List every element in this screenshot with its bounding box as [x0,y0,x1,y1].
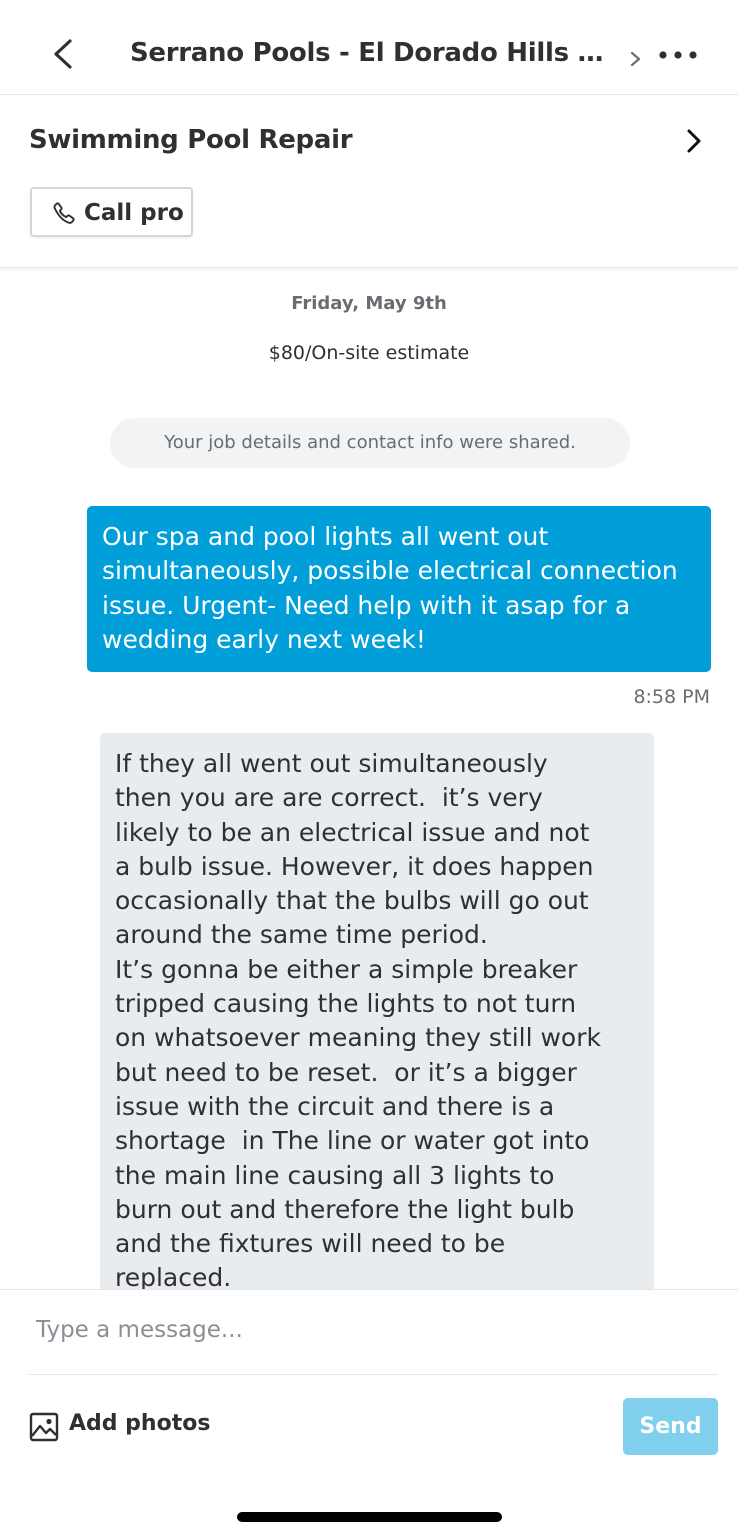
call-pro-label: Call pro [84,200,184,226]
image-icon [29,1412,59,1442]
send-button[interactable]: Send [623,1398,718,1455]
chevron-left-icon [54,39,72,69]
chevron-right-icon[interactable] [680,126,708,156]
back-button[interactable] [44,34,84,74]
outgoing-message-bubble: Our spa and pool lights all went out sim… [87,506,711,672]
service-title[interactable]: Swimming Pool Repair [29,125,353,155]
estimate-label: $80/On-site estimate [268,342,470,364]
home-indicator [237,1512,502,1522]
add-photos-label: Add photos [69,1411,211,1436]
incoming-message-bubble: If they all went out simultaneously then… [100,733,654,1333]
date-divider: Friday, May 9th [291,293,447,314]
service-panel: Swimming Pool Repair Call pro [0,96,738,268]
system-notice: Your job details and contact info were s… [110,418,630,468]
phone-icon [53,202,75,224]
more-options-button[interactable] [656,38,702,74]
chevron-right-icon[interactable] [626,44,646,72]
message-composer: Add photos Send [0,1289,738,1536]
call-pro-button[interactable]: Call pro [30,187,193,237]
message-input[interactable] [36,1308,696,1352]
message-timestamp: 8:58 PM [633,686,710,708]
top-bar: Serrano Pools - El Dorado Hills and... [0,0,738,95]
composer-divider [29,1374,718,1375]
conversation-title[interactable]: Serrano Pools - El Dorado Hills and... [130,38,610,68]
more-horizontal-icon [659,51,697,59]
